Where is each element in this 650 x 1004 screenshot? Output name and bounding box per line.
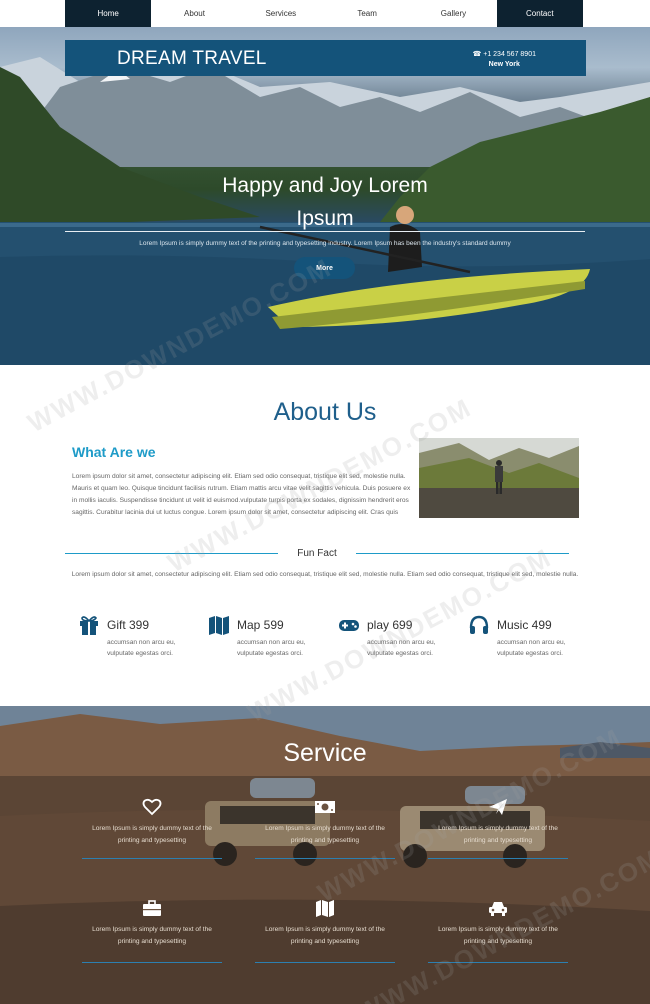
service-item: Lorem Ipsum is simply dummy text of the … [82,797,222,847]
headphones-icon [469,615,489,634]
service-underline [428,858,568,859]
service-item: Lorem Ipsum is simply dummy text of the … [255,898,395,948]
fact-label: Music 499 [497,618,552,632]
city-label: New York [488,61,520,68]
fun-fact-heading: Fun Fact [297,548,337,559]
service-item: Lorem Ipsum is simply dummy text of the … [255,797,395,847]
gift-icon [80,616,98,635]
about-heading: About Us [273,398,377,426]
phone-number: ☎ +1 234 567 8901 [472,51,536,58]
car-icon [489,902,507,916]
about-subheading: What Are we [72,444,156,460]
top-navigation: Home About Services Team Gallery Contact [65,0,583,27]
send-icon [489,799,507,815]
hero-divider [65,231,585,232]
nav-item-about[interactable]: About [151,0,237,27]
fact-description: accumsan non arcu eu, vulputate egestas … [367,639,436,657]
brand-bar: DREAM TRAVEL ☎ +1 234 567 8901 New York [65,40,586,76]
service-underline [82,962,222,963]
service-underline [255,858,395,859]
fact-label: Gift 399 [107,618,150,632]
heart-icon [142,798,162,816]
nav-item-home[interactable]: Home [65,0,152,27]
contact-info: ☎ +1 234 567 8901 New York [473,50,536,70]
nav-item-team[interactable]: Team [324,0,410,27]
service-text: Lorem Ipsum is simply dummy text of the … [92,825,212,844]
site-logo[interactable]: DREAM TRAVEL [117,48,267,70]
service-text: Lorem Ipsum is simply dummy text of the … [265,926,385,945]
service-underline [428,962,568,963]
hero-title-line1: Happy and Joy Lorem [222,174,428,197]
service-item: Lorem Ipsum is simply dummy text of the … [428,898,568,948]
fact-label: Map 599 [237,618,284,632]
nav-item-gallery[interactable]: Gallery [410,0,496,27]
service-text: Lorem Ipsum is simply dummy text of the … [438,926,558,945]
map-icon [316,900,334,917]
service-underline [255,962,395,963]
hero-banner: DREAM TRAVEL ☎ +1 234 567 8901 New York … [0,27,650,365]
hero-title: Happy and Joy Lorem Ipsum [0,169,650,235]
briefcase-icon [143,900,161,916]
fact-description: accumsan non arcu eu, vulputate egestas … [107,639,176,657]
fact-description: accumsan non arcu eu, vulputate egestas … [497,639,566,657]
nav-item-contact[interactable]: Contact [496,0,583,27]
nav-item-services[interactable]: Services [238,0,324,27]
service-item: Lorem Ipsum is simply dummy text of the … [428,797,568,847]
service-text: Lorem Ipsum is simply dummy text of the … [92,926,212,945]
service-text: Lorem Ipsum is simply dummy text of the … [438,825,558,844]
service-heading: Service [283,739,367,767]
hero-subtitle: Lorem Ipsum is simply dummy text of the … [139,240,511,247]
money-icon [315,801,335,813]
fun-fact-divider-right [356,553,569,554]
fun-fact-text: Lorem ipsum dolor sit amet, consectetur … [71,571,579,578]
service-section: Service Lorem Ipsum is simply dummy text… [0,706,650,1004]
gamepad-icon [339,620,359,631]
fact-description: accumsan non arcu eu, vulputate egestas … [237,639,306,657]
hiker-photo [419,438,579,518]
fun-fact-divider-left [65,553,278,554]
about-image [419,438,579,518]
fact-label: play 699 [367,618,413,632]
map-icon [209,616,229,635]
service-underline [82,858,222,859]
more-button[interactable]: More [294,257,355,279]
service-text: Lorem Ipsum is simply dummy text of the … [265,825,385,844]
service-item: Lorem Ipsum is simply dummy text of the … [82,898,222,948]
about-paragraph: Lorem ipsum dolor sit amet, consectetur … [72,473,411,516]
